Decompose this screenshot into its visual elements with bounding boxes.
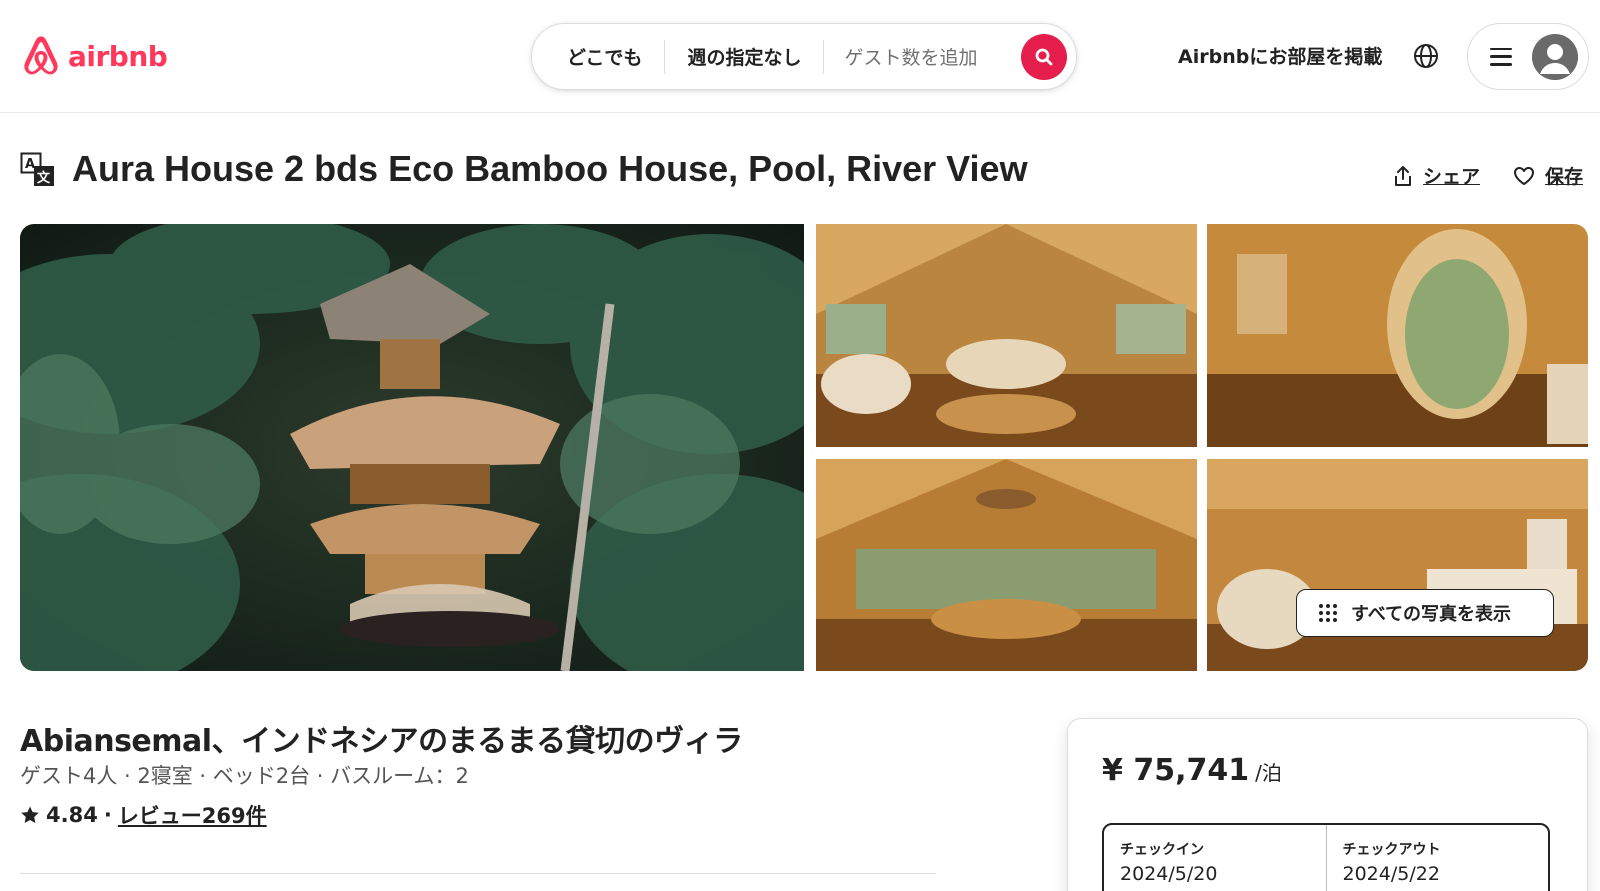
- svg-text:文: 文: [37, 170, 51, 186]
- reviews-link[interactable]: レビュー269件: [118, 800, 267, 830]
- checkout-field[interactable]: チェックアウト 2024/5/22: [1325, 825, 1549, 891]
- listing-title: Aura House 2 bds Eco Bamboo House, Pool,…: [72, 148, 1028, 189]
- listing-specs: ゲスト4人 · 2寝室 · ベッド2台 · バスルーム：2: [20, 764, 469, 788]
- search-location[interactable]: どこでも: [532, 43, 664, 70]
- save-label: 保存: [1545, 166, 1584, 188]
- search-dates[interactable]: 週の指定なし: [665, 43, 823, 70]
- rating-row: 4.84 · レビュー269件: [20, 800, 267, 830]
- host-link[interactable]: Airbnbにお部屋を掲載: [1178, 42, 1382, 69]
- per-night-label: /泊: [1255, 761, 1282, 785]
- grid-dots-icon: [1319, 604, 1337, 622]
- user-menu-button[interactable]: [1467, 23, 1589, 90]
- section-divider: [20, 873, 936, 874]
- listing-subtitle: Abiansemal、インドネシアのまるまる貸切のヴィラ: [20, 724, 743, 759]
- nightly-price: ¥ 75,741: [1102, 753, 1250, 788]
- search-button[interactable]: [1021, 34, 1067, 80]
- menu-icon: [1490, 47, 1512, 66]
- heart-icon: [1514, 166, 1534, 185]
- checkin-field[interactable]: チェックイン 2024/5/20: [1104, 825, 1326, 891]
- logo-wordmark: airbnb: [68, 39, 168, 73]
- share-icon: [1395, 165, 1411, 186]
- rating-value: 4.84: [46, 803, 98, 827]
- star-icon: [21, 806, 39, 823]
- checkout-label: チェックアウト: [1342, 842, 1441, 858]
- search-guests[interactable]: ゲスト数を追加: [824, 43, 997, 70]
- airbnb-logo-icon: [24, 36, 58, 75]
- bedroom-pod-photo[interactable]: [1207, 224, 1588, 447]
- translate-icon: A 文: [20, 152, 54, 186]
- share-button[interactable]: シェア: [1393, 162, 1480, 189]
- bedroom-photo[interactable]: [1207, 459, 1588, 671]
- user-avatar-icon: [1532, 33, 1578, 80]
- top-nav: airbnb どこでも 週の指定なし ゲスト数を追加 Airbnbにお部屋を掲載: [0, 0, 1600, 113]
- rating-separator: ·: [103, 803, 112, 827]
- date-picker[interactable]: チェックイン 2024/5/20 チェックアウト 2024/5/22: [1102, 823, 1550, 891]
- search-icon: [1035, 48, 1053, 66]
- checkin-value: 2024/5/20: [1120, 863, 1218, 885]
- airbnb-logo[interactable]: airbnb: [20, 33, 168, 79]
- living-room-photo[interactable]: [816, 224, 1197, 447]
- booking-card: ¥ 75,741 /泊 チェックイン 2024/5/20 チェックアウト 202…: [1067, 718, 1588, 891]
- main-photo[interactable]: [20, 224, 804, 671]
- save-button[interactable]: 保存: [1513, 162, 1583, 189]
- globe-icon[interactable]: [1412, 42, 1440, 70]
- checkin-label: チェックイン: [1120, 842, 1204, 858]
- search-bar[interactable]: どこでも 週の指定なし ゲスト数を追加: [531, 23, 1077, 90]
- show-all-photos-label: すべての写真を表示: [1351, 604, 1512, 625]
- checkout-value: 2024/5/22: [1342, 863, 1440, 885]
- price-row: ¥ 75,741 /泊: [1102, 753, 1282, 788]
- dining-room-photo[interactable]: [816, 459, 1197, 671]
- svg-text:A: A: [25, 157, 35, 172]
- show-all-photos-button[interactable]: すべての写真を表示: [1296, 589, 1554, 637]
- share-label: シェア: [1423, 166, 1481, 188]
